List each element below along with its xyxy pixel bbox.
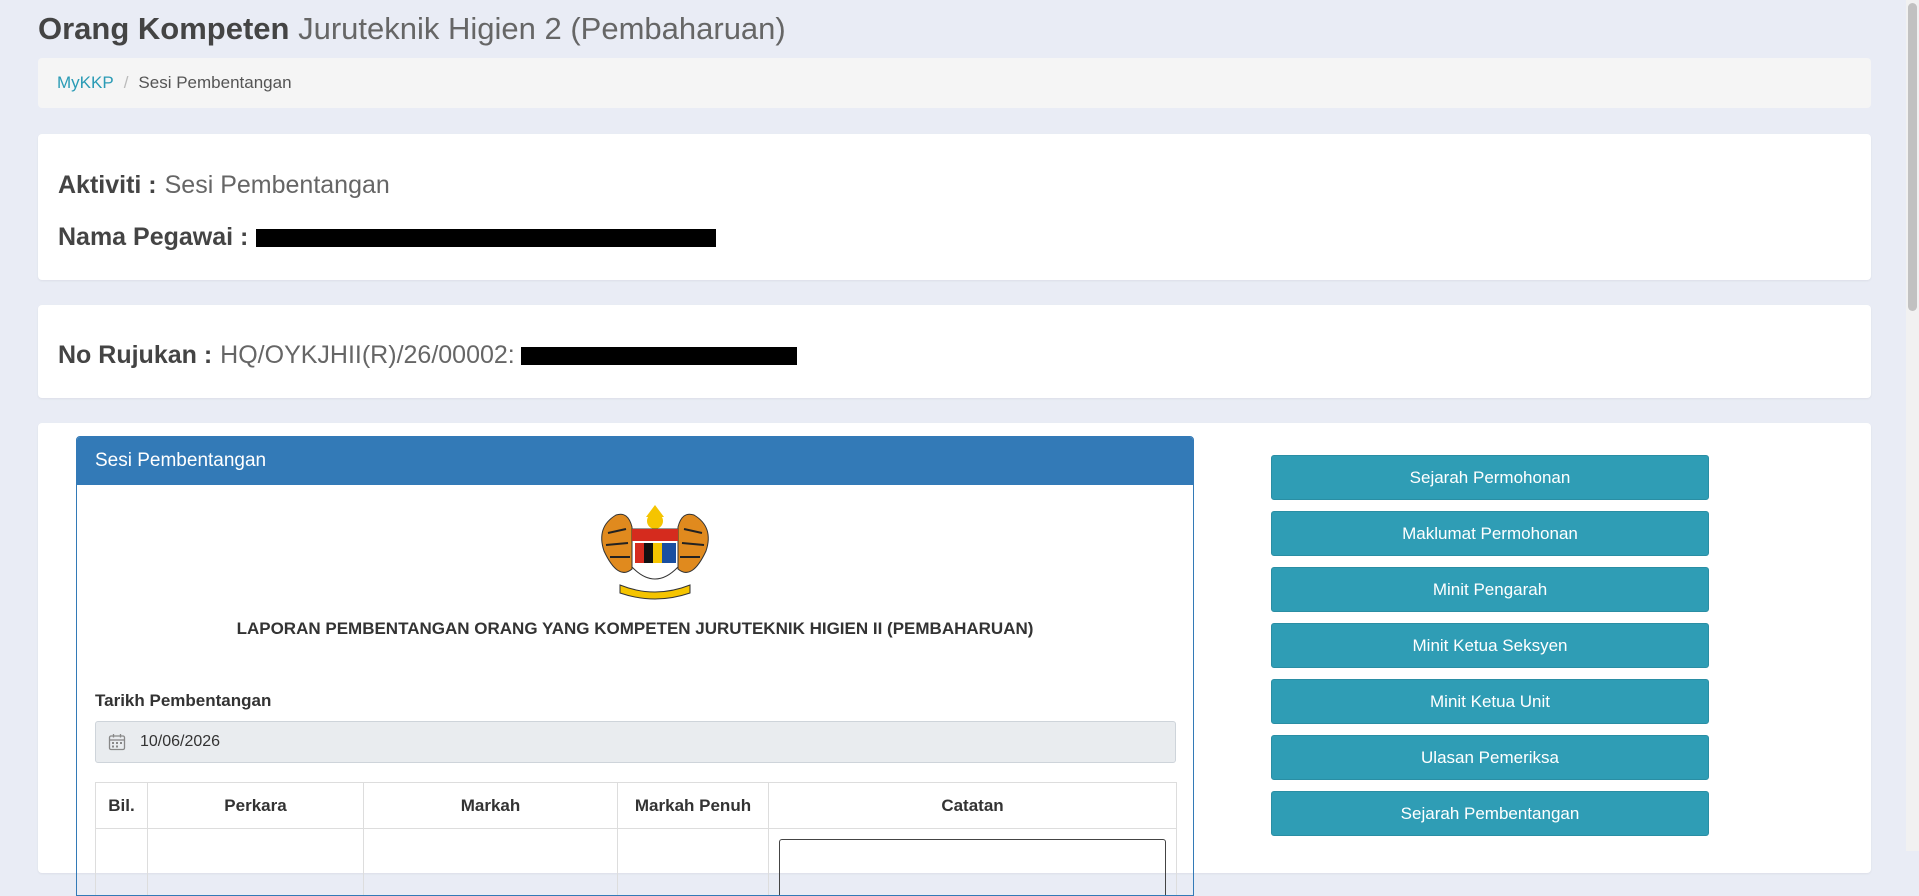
col-perkara: Perkara: [148, 783, 364, 829]
sejarah-permohonan-button[interactable]: Sejarah Permohonan: [1271, 455, 1709, 500]
date-value: 10/06/2026: [140, 733, 220, 751]
reference-card: No Rujukan : HQ/OYKJHII(R)/26/00002:: [38, 305, 1871, 398]
cell-markah: [364, 829, 618, 896]
officer-row: Nama Pegawai :: [58, 223, 716, 252]
activity-label: Aktiviti :: [58, 171, 157, 200]
minit-ketua-unit-button[interactable]: Minit Ketua Unit: [1271, 679, 1709, 724]
cell-bil: [96, 829, 148, 896]
activity-card: Aktiviti : Sesi Pembentangan Nama Pegawa…: [38, 134, 1871, 280]
sejarah-pembentangan-button[interactable]: Sejarah Pembentangan: [1271, 791, 1709, 836]
cell-catatan: [769, 829, 1177, 896]
catatan-textarea[interactable]: [779, 839, 1166, 896]
redacted-officer-name: [256, 229, 716, 247]
minit-ketua-seksyen-button[interactable]: Minit Ketua Seksyen: [1271, 623, 1709, 668]
calendar-icon: [108, 733, 128, 751]
session-card: Sesi Pembentangan: [38, 423, 1871, 873]
page-scrollbar[interactable]: [1906, 0, 1919, 851]
page-title-strong: Orang Kompeten: [38, 11, 289, 46]
date-field-label: Tarikh Pembentangan: [95, 691, 271, 711]
col-bil: Bil.: [96, 783, 148, 829]
activity-row: Aktiviti : Sesi Pembentangan: [58, 171, 390, 200]
breadcrumb: MyKKP / Sesi Pembentangan: [38, 58, 1871, 108]
officer-label: Nama Pegawai :: [58, 223, 248, 252]
reference-value: HQ/OYKJHII(R)/26/00002:: [220, 341, 515, 370]
action-buttons: Sejarah Permohonan Maklumat Permohonan M…: [1271, 455, 1709, 847]
cell-perkara: [148, 829, 364, 896]
main-content: Orang Kompeten Juruteknik Higien 2 (Pemb…: [38, 0, 1871, 58]
breadcrumb-home-link[interactable]: MyKKP: [57, 73, 114, 93]
session-panel: Sesi Pembentangan: [76, 436, 1194, 896]
col-markah: Markah: [364, 783, 618, 829]
maklumat-permohonan-button[interactable]: Maklumat Permohonan: [1271, 511, 1709, 556]
cell-markah-penuh: [618, 829, 769, 896]
presentation-date-field[interactable]: 10/06/2026: [95, 721, 1176, 763]
activity-value: Sesi Pembentangan: [165, 171, 390, 200]
reference-label: No Rujukan :: [58, 341, 212, 370]
page-title-subtitle: Juruteknik Higien 2 (Pembaharuan): [298, 11, 786, 46]
page-title: Orang Kompeten Juruteknik Higien 2 (Pemb…: [38, 0, 1871, 58]
breadcrumb-separator: /: [124, 73, 129, 93]
scrollbar-thumb[interactable]: [1908, 3, 1917, 311]
panel-heading: Sesi Pembentangan: [77, 437, 1193, 485]
col-catatan: Catatan: [769, 783, 1177, 829]
table-row: [96, 829, 1177, 896]
reference-row: No Rujukan : HQ/OYKJHII(R)/26/00002:: [58, 341, 797, 370]
col-markah-penuh: Markah Penuh: [618, 783, 769, 829]
table-header-row: Bil. Perkara Markah Markah Penuh Catatan: [96, 783, 1177, 829]
breadcrumb-current: Sesi Pembentangan: [138, 73, 291, 93]
redacted-reference: [521, 347, 797, 365]
report-title: LAPORAN PEMBENTANGAN ORANG YANG KOMPETEN…: [77, 619, 1193, 639]
minit-pengarah-button[interactable]: Minit Pengarah: [1271, 567, 1709, 612]
score-table: Bil. Perkara Markah Markah Penuh Catatan: [95, 782, 1177, 896]
ulasan-pemeriksa-button[interactable]: Ulasan Pemeriksa: [1271, 735, 1709, 780]
coat-of-arms-emblem: [590, 503, 720, 608]
